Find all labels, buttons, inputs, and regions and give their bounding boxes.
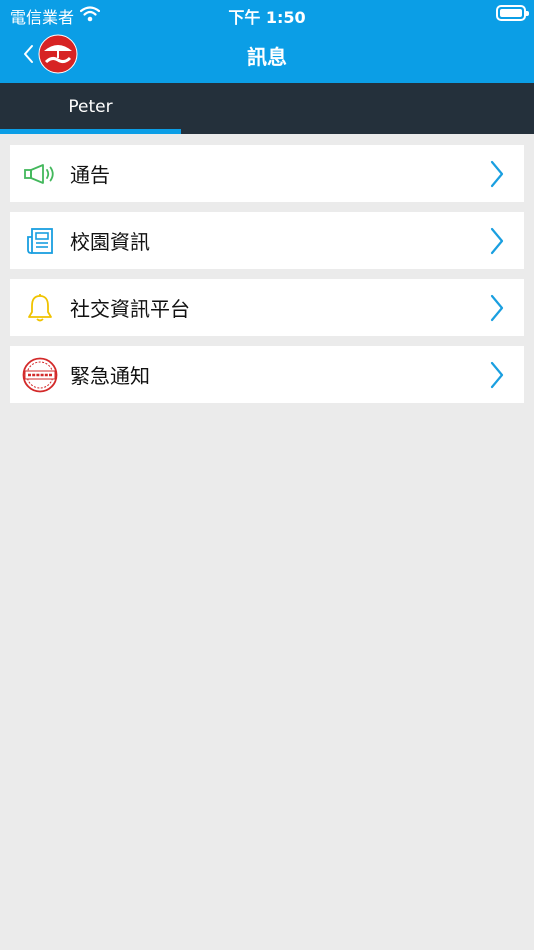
page-title: 訊息 — [247, 45, 287, 69]
menu-list: 通告 校園資訊 社交資訊平台 緊急通知 — [10, 145, 524, 413]
menu-item-social-platform[interactable]: 社交資訊平台 — [10, 279, 524, 336]
status-bar: 電信業者 下午 1:50 — [0, 0, 534, 28]
tab-label: Peter — [68, 97, 113, 117]
bell-icon — [10, 279, 70, 336]
nav-bar: 訊息 — [0, 28, 534, 83]
status-time: 下午 1:50 — [228, 8, 306, 27]
menu-item-notices[interactable]: 通告 — [10, 145, 524, 202]
menu-item-label: 緊急通知 — [70, 364, 150, 388]
tab-active-indicator — [0, 129, 181, 134]
chevron-right-icon — [490, 227, 504, 259]
battery-icon — [496, 5, 529, 21]
newspaper-icon — [10, 212, 70, 269]
chevron-right-icon — [490, 294, 504, 326]
megaphone-icon — [10, 145, 70, 202]
menu-item-label: 社交資訊平台 — [70, 297, 190, 321]
chevron-right-icon — [490, 361, 504, 393]
menu-item-campus-info[interactable]: 校園資訊 — [10, 212, 524, 269]
chevron-right-icon — [490, 160, 504, 192]
menu-item-emergency-notice[interactable]: 緊急通知 — [10, 346, 524, 403]
menu-item-label: 校園資訊 — [70, 230, 150, 254]
tab-peter[interactable]: Peter — [0, 83, 181, 134]
tab-bar: Peter — [0, 83, 534, 134]
header: 電信業者 下午 1:50 訊息 — [0, 0, 534, 83]
urgent-stamp-icon — [10, 346, 70, 403]
menu-item-label: 通告 — [70, 163, 110, 187]
